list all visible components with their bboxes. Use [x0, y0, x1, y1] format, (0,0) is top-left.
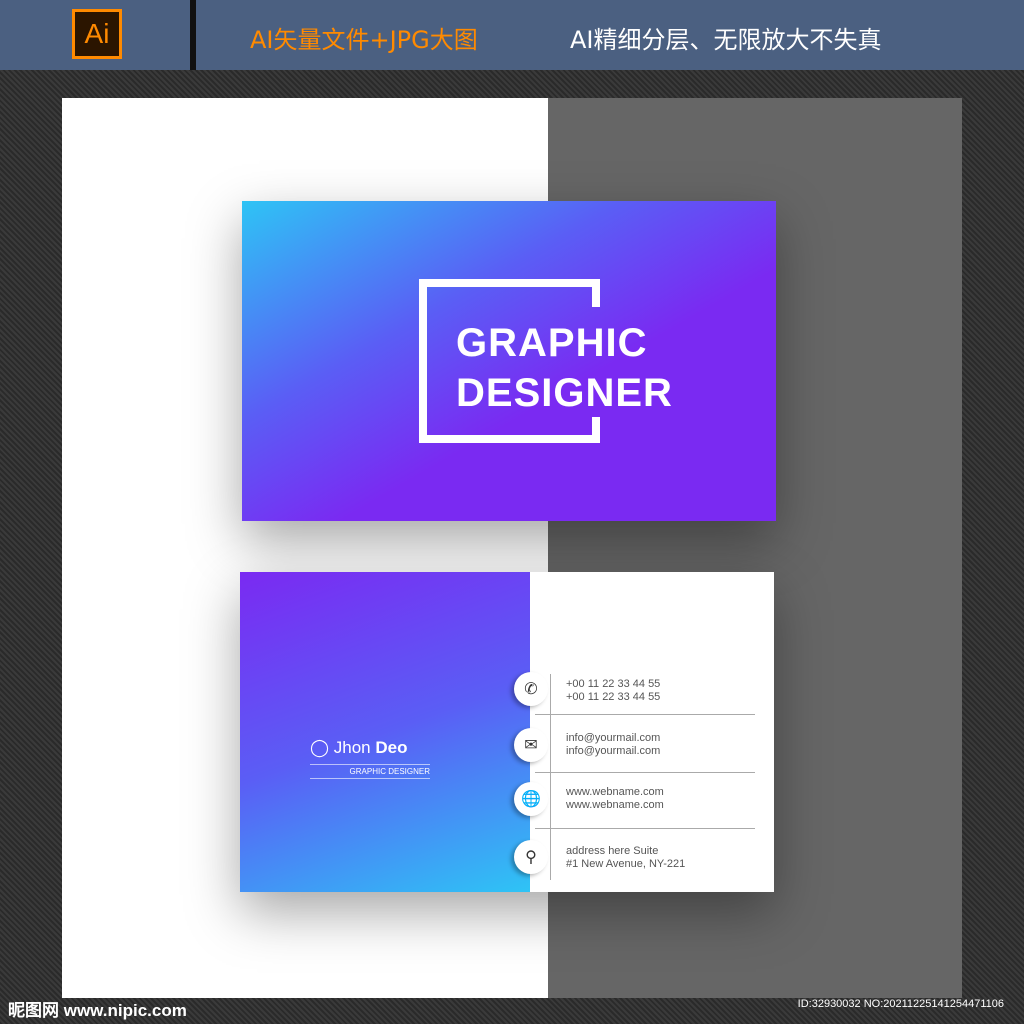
contact-email: info@yourmail.com info@yourmail.com: [566, 732, 661, 757]
mail-icon: ✉: [514, 728, 548, 762]
divider: [190, 0, 196, 70]
contact-address: address here Suite #1 New Avenue, NY-221: [566, 845, 686, 870]
divider: [550, 674, 551, 880]
divider: [535, 714, 755, 715]
gradient-panel: [240, 572, 530, 892]
watermark-site: 昵图网 www.nipic.com: [8, 1001, 187, 1020]
divider: [535, 828, 755, 829]
first-name: Jhon: [333, 738, 371, 757]
banner-title: AI矢量文件+JPG大图: [250, 26, 478, 54]
card-front: GRAPHIC DESIGNER: [242, 201, 776, 521]
headline-line2: DESIGNER: [456, 371, 673, 415]
last-name: Deo: [375, 738, 408, 757]
illustrator-logo: Ai: [72, 9, 122, 59]
watermark-id: ID:32930032 NO:20211225141254471106: [797, 998, 1004, 1010]
person-role: GRAPHIC DESIGNER: [310, 764, 430, 779]
phone-icon: ✆: [514, 672, 548, 706]
frame-edge: [592, 279, 600, 307]
person-name: ◯ Jhon Deo: [310, 738, 408, 758]
location-icon: ⚲: [514, 840, 548, 874]
frame-edge: [592, 417, 600, 443]
globe-icon: 🌐: [514, 782, 548, 816]
banner-subtitle: AI精细分层、无限放大不失真: [570, 26, 882, 54]
contact-website: www.webname.com www.webname.com: [566, 786, 664, 811]
user-icon: ◯: [310, 738, 330, 757]
card-back: ◯ Jhon Deo GRAPHIC DESIGNER ✆ +00 11 22 …: [240, 572, 774, 892]
top-banner: Ai AI矢量文件+JPG大图 AI精细分层、无限放大不失真: [0, 0, 1024, 70]
divider: [535, 772, 755, 773]
headline-line1: GRAPHIC: [456, 321, 648, 365]
contact-phone: +00 11 22 33 44 55 +00 11 22 33 44 55: [566, 678, 661, 703]
